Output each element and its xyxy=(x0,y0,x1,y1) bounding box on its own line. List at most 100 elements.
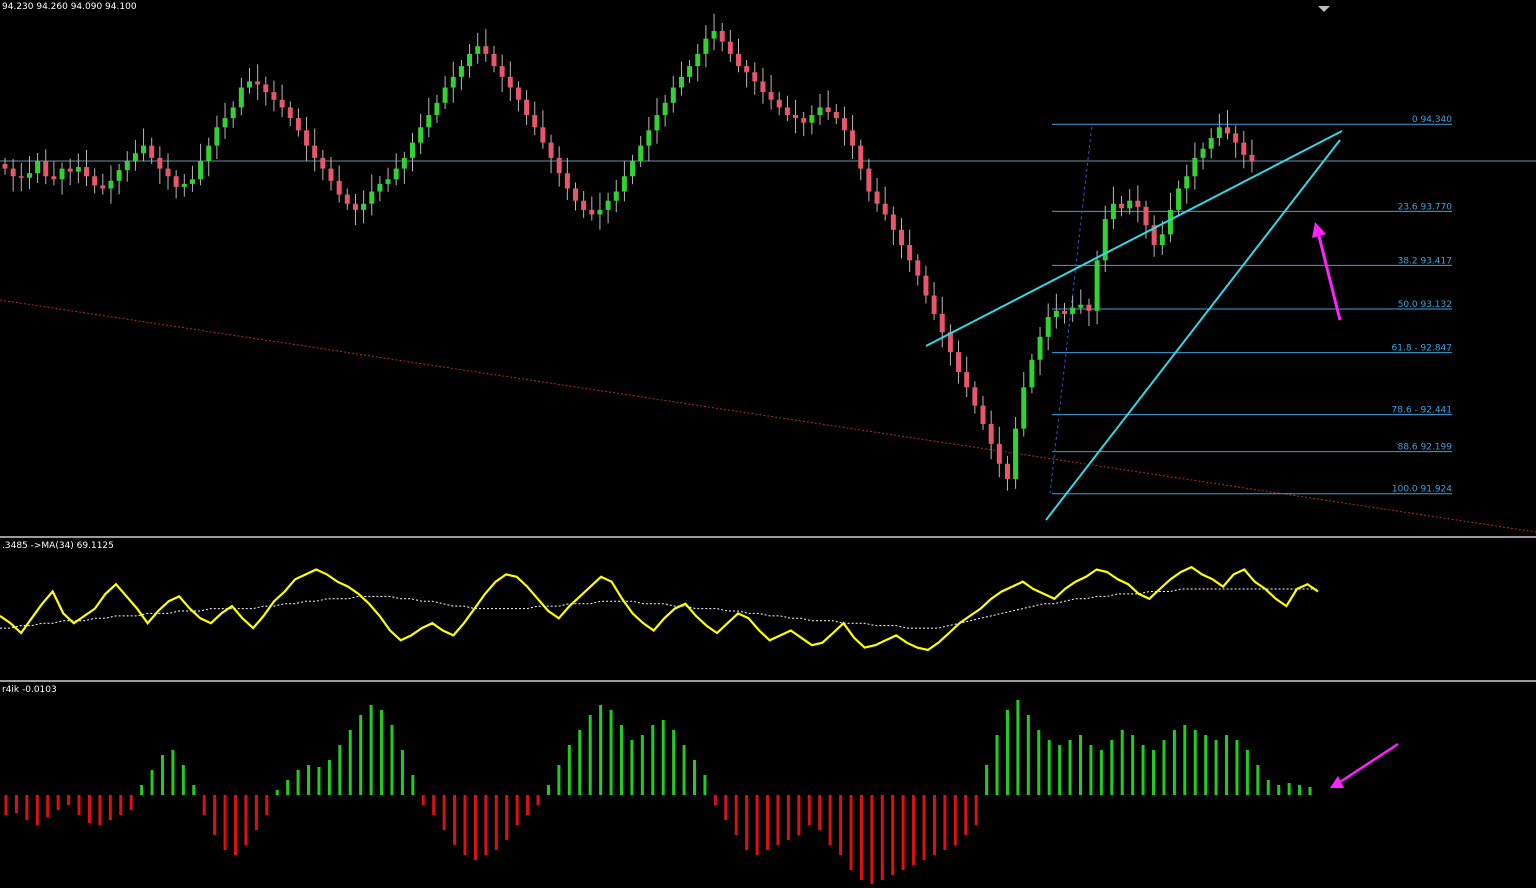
bear-candle xyxy=(841,118,847,131)
histogram-bar-positive xyxy=(359,715,363,795)
oscillator-pane[interactable]: .3485 ->MA(34) 69.1125 xyxy=(0,538,1536,680)
histogram-bar-positive xyxy=(1245,750,1249,795)
histogram-bar-negative xyxy=(755,795,759,855)
bull-candle xyxy=(458,66,464,77)
annotation-arrow xyxy=(1316,231,1342,321)
bull-candle xyxy=(181,183,187,187)
bull-candle xyxy=(35,160,41,174)
histogram-pane[interactable]: r4ik -0.0103 xyxy=(0,682,1536,885)
bull-candle xyxy=(646,130,652,146)
histogram-bar-positive xyxy=(181,765,185,795)
fib-level-label: 0 94.340 xyxy=(1412,115,1452,125)
long-term-trendline xyxy=(0,299,1536,533)
histogram-bar-negative xyxy=(724,795,728,820)
histogram-bar-positive xyxy=(661,720,665,795)
bull-candle xyxy=(230,107,236,119)
bull-candle xyxy=(621,176,627,192)
bull-candle xyxy=(1192,157,1198,177)
bull-candle xyxy=(206,145,212,161)
bear-candle xyxy=(874,191,880,204)
bull-candle xyxy=(678,76,684,88)
bull-candle xyxy=(377,183,383,192)
bull-candle xyxy=(1013,428,1019,480)
bull-candle xyxy=(401,157,407,169)
histogram-bar-positive xyxy=(1099,750,1103,795)
histogram-bar-negative xyxy=(494,795,498,850)
bear-candle xyxy=(784,107,790,116)
candlestick-chart: 0 94.340 23.6 93.770 38.2 93.417 50.0 93.13… xyxy=(0,6,1536,533)
ohlc-readout: 94.230 94.260 94.090 94.100 xyxy=(2,2,137,12)
histogram-bar-positive xyxy=(599,705,603,795)
bear-candle xyxy=(10,168,16,177)
histogram-bar-positive xyxy=(1308,787,1312,795)
bear-candle xyxy=(2,164,8,169)
histogram-bar-positive xyxy=(672,730,676,795)
histogram-bar-negative xyxy=(244,795,248,845)
bear-candle xyxy=(157,157,163,169)
histogram-bar-negative xyxy=(734,795,738,835)
bear-candle xyxy=(589,209,595,215)
wedge-lower-trendline xyxy=(1045,139,1341,521)
histogram-bar-positive xyxy=(995,735,999,795)
histogram-bar-positive xyxy=(327,760,331,795)
bear-candle xyxy=(320,157,326,169)
bear-candle xyxy=(964,372,970,388)
bull-candle xyxy=(238,87,244,108)
bull-candle xyxy=(687,66,693,77)
bull-candle xyxy=(695,53,701,67)
histogram-bar-positive xyxy=(619,725,623,795)
fib-level-label: 78.6 - 92.441 xyxy=(1392,406,1453,416)
histogram-bar-positive xyxy=(1172,730,1176,795)
histogram-bar-positive xyxy=(140,785,144,795)
histogram-bar-negative xyxy=(880,795,884,880)
bear-candle xyxy=(915,260,921,276)
histogram-bar-negative xyxy=(818,795,822,830)
histogram-bar-positive xyxy=(317,767,321,795)
bear-candle xyxy=(304,130,310,146)
bull-candle xyxy=(475,46,481,54)
bull-candle xyxy=(141,145,147,154)
bear-candle xyxy=(84,167,89,177)
histogram-bar-positive xyxy=(693,760,697,795)
bull-candle xyxy=(214,127,220,146)
fib-level-label: 38.2 93.417 xyxy=(1398,256,1452,266)
bear-candle xyxy=(1086,304,1092,311)
bear-candle xyxy=(956,352,962,372)
bull-candle xyxy=(1029,359,1035,388)
bull-candle xyxy=(1216,127,1222,138)
histogram-bar-positive xyxy=(275,790,279,795)
bull-candle xyxy=(654,115,660,131)
bull-candle xyxy=(1021,387,1027,429)
bull-candle xyxy=(630,160,636,177)
bull-candle xyxy=(1200,148,1206,158)
bear-candle xyxy=(1119,203,1125,209)
histogram-bar-positive xyxy=(1016,700,1020,795)
fib-level-label: 23.6 93.770 xyxy=(1398,202,1453,212)
histogram-bar-negative xyxy=(265,795,269,815)
histogram-bar-negative xyxy=(797,795,801,835)
bear-candle xyxy=(573,188,578,201)
histogram-bar-positive xyxy=(1047,740,1051,795)
histogram-bar-negative xyxy=(745,795,749,850)
histogram-bar-negative xyxy=(119,795,123,815)
bear-candle xyxy=(1225,127,1230,134)
fib-level-label: 61.8 - 92.847 xyxy=(1392,344,1453,354)
histogram-bar-negative xyxy=(46,795,50,817)
histogram-bar-negative xyxy=(254,795,258,830)
histogram-bar-positive xyxy=(1131,735,1135,795)
main-price-pane[interactable]: 0 94.340 23.6 93.770 38.2 93.417 50.0 93.13… xyxy=(0,0,1536,536)
histogram-bar-negative xyxy=(953,795,957,845)
bear-candle xyxy=(279,99,285,108)
histogram-bar-negative xyxy=(912,795,916,865)
bear-candle xyxy=(483,46,489,54)
histogram-bar-positive xyxy=(1068,740,1072,795)
histogram-bar-positive xyxy=(1078,735,1082,795)
histogram-bar-positive xyxy=(1037,730,1041,795)
bear-candle xyxy=(18,176,24,178)
histogram-bar-negative xyxy=(98,795,102,825)
bull-candle xyxy=(1184,176,1190,189)
bull-candle xyxy=(817,107,823,116)
histogram-bar-negative xyxy=(505,795,509,840)
histogram-bar-negative xyxy=(901,795,905,870)
oscillator-line xyxy=(0,565,1319,652)
